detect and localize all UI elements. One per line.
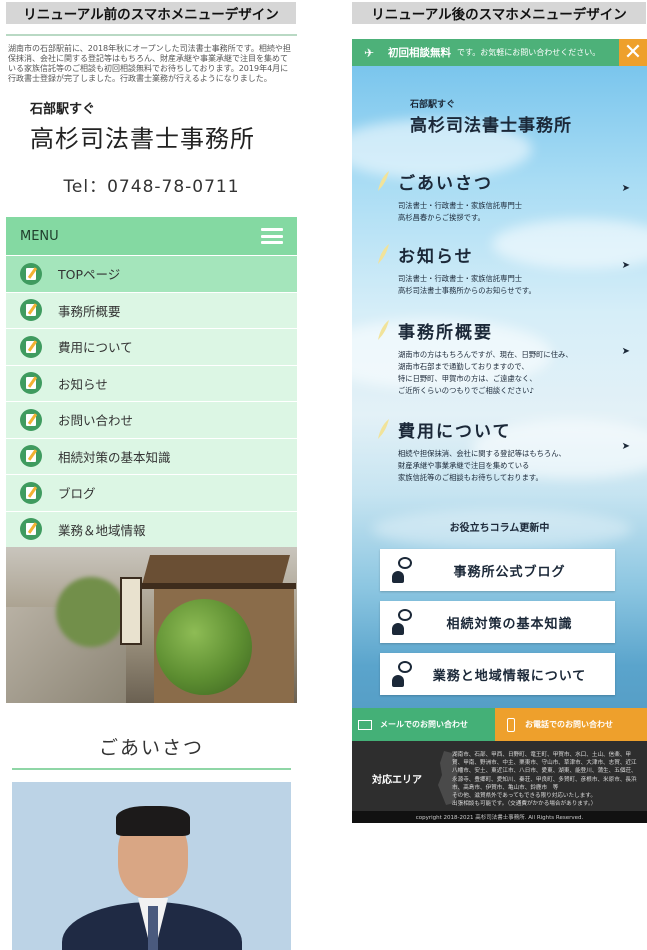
pin-icon: ✈ — [363, 45, 375, 60]
mail-icon — [358, 719, 372, 730]
copyright: copyright 2018-2021 高杉司法書士事務所. All Right… — [352, 811, 647, 823]
section-text: 湖南市の方はもちろんですが、現在、日野町に住み、 湖南市石部まで通勤しております… — [398, 350, 573, 395]
after-mobile-screen: ✈ 初回相談無料 です。お気軽にお問い合わせください。 ✕ 石部駅すぐ 高杉司法… — [352, 39, 647, 823]
section-title: お知らせ — [398, 247, 474, 267]
greeting-heading: ごあいさつ — [98, 737, 204, 759]
blog-button[interactable]: 事務所公式ブログ — [380, 549, 615, 591]
memo-icon — [20, 262, 42, 285]
mail-contact-label: メールでのお問い合わせ — [380, 720, 468, 729]
mail-contact-button[interactable]: メールでのお問い合わせ — [352, 708, 495, 741]
menu-section-news[interactable]: お知らせ 司法書士・行政書士・家族信託専門士 高杉司法書士事務所からのお知らせで… — [376, 242, 636, 297]
greeting-divider — [12, 768, 291, 770]
section-text: 司法書士・行政書士・家族信託専門士 高杉昌春からご挨拶です。 — [398, 201, 523, 222]
nav-item-label: ブログ — [58, 486, 96, 502]
nav-item-office[interactable]: 事務所概要 — [6, 291, 297, 328]
nav-item-label: TOPページ — [58, 267, 121, 283]
contact-bar: メールでのお問い合わせ お電話でのお問い合わせ — [352, 708, 647, 741]
nav-item-fees[interactable]: 費用について — [6, 328, 297, 365]
leaf-icon — [378, 419, 389, 439]
button-label: 事務所公式ブログ — [453, 564, 566, 580]
nav-item-inheritance[interactable]: 相続対策の基本知識 — [6, 437, 297, 474]
phone-number[interactable]: Tel：0748-78-0711 — [6, 172, 297, 197]
after-design-label: リニューアル後のスマホメニューデザイン — [352, 2, 646, 24]
arrow-right-icon: ➤ — [621, 260, 630, 271]
nav-item-label: お知らせ — [58, 376, 108, 392]
phone-icon — [507, 717, 515, 732]
button-label: 相続対策の基本知識 — [446, 616, 573, 632]
memo-icon — [20, 481, 42, 504]
speech-person-icon — [392, 557, 414, 583]
button-label: 業務と地域情報について — [432, 668, 587, 684]
nav-item-blog[interactable]: ブログ — [6, 474, 297, 511]
memo-icon — [20, 518, 42, 541]
nav-item-business[interactable]: 業務＆地域情報 — [6, 510, 297, 547]
nav-item-label: 業務＆地域情報 — [58, 522, 146, 538]
menu-bar[interactable]: MENU — [6, 217, 297, 255]
arrow-right-icon: ➤ — [621, 183, 630, 194]
arrow-right-icon: ➤ — [621, 346, 630, 357]
consult-subtext: です。お気軽にお問い合わせください。 — [457, 48, 601, 57]
leaf-icon — [378, 171, 389, 191]
hamburger-icon[interactable] — [261, 228, 283, 244]
site-subtitle: 石部駅すぐ — [30, 102, 96, 117]
menu-section-office[interactable]: 事務所概要 湖南市の方はもちろんですが、現在、日野町に住み、 湖南市石部まで通勤… — [376, 318, 636, 397]
section-text: 相続や担保抹消、会社に関する登記等はもちろん、 財産承継や事業承継で注目を集めて… — [398, 449, 566, 482]
column-heading: お役立ちコラム更新中 — [449, 523, 550, 534]
site-subtitle: 石部駅すぐ — [410, 100, 456, 110]
area-text: 湖南市、石部、甲西、日野町、竜王町、甲賀市、水口、土山、信楽、甲賀、甲南、野洲市… — [452, 752, 637, 808]
memo-icon — [20, 372, 42, 395]
nav-item-label: お問い合わせ — [58, 413, 134, 429]
memo-icon — [20, 408, 42, 431]
section-text: 司法書士・行政書士・家族信託専門士 高杉司法書士事務所からのお知らせです。 — [398, 274, 536, 295]
nav-item-top[interactable]: TOPページ — [6, 255, 297, 292]
site-title[interactable]: 高杉司法書士事務所 — [410, 111, 572, 136]
menu-label: MENU — [20, 228, 59, 244]
inheritance-button[interactable]: 相続対策の基本知識 — [380, 601, 615, 643]
close-button[interactable]: ✕ — [619, 39, 647, 66]
section-title: ごあいさつ — [398, 174, 493, 194]
menu-section-fees[interactable]: 費用について 相続や担保抹消、会社に関する登記等はもちろん、 財産承継や事業承継… — [376, 417, 636, 484]
nav-item-contact[interactable]: お問い合わせ — [6, 401, 297, 438]
nav-item-news[interactable]: お知らせ — [6, 364, 297, 401]
portrait-photo — [12, 782, 291, 950]
business-info-button[interactable]: 業務と地域情報について — [380, 653, 615, 695]
service-area: 対応エリア 湖南市、石部、甲西、日野町、竜王町、甲賀市、水口、土山、信楽、甲賀、… — [352, 741, 647, 811]
menu-section-greeting[interactable]: ごあいさつ 司法書士・行政書士・家族信託専門士 高杉昌春からご挨拶です。 ➤ — [376, 169, 636, 224]
street-photo — [6, 547, 297, 703]
memo-icon — [20, 335, 42, 358]
nav-item-label: 相続対策の基本知識 — [58, 449, 171, 465]
nav-item-label: 事務所概要 — [58, 303, 121, 319]
before-design-label: リニューアル前のスマホメニューデザイン — [6, 2, 296, 24]
nav-item-label: 費用について — [58, 340, 133, 356]
consult-label: 初回相談無料 — [388, 47, 451, 59]
arrow-right-icon: ➤ — [621, 441, 630, 452]
phone-contact-button[interactable]: お電話でのお問い合わせ — [495, 708, 647, 741]
memo-icon — [20, 299, 42, 322]
leaf-icon — [378, 244, 389, 264]
site-title[interactable]: 高杉司法書士事務所 — [30, 119, 297, 154]
phone-contact-label: お電話でのお問い合わせ — [525, 720, 613, 729]
speech-person-icon — [392, 661, 414, 687]
section-title: 事務所概要 — [398, 323, 493, 343]
intro-text: 湖南市の石部駅前に、2018年秋にオープンした司法書士事務所です。相続や担保抹消… — [6, 34, 297, 84]
speech-person-icon — [392, 609, 414, 635]
area-label: 対応エリア — [372, 775, 422, 786]
memo-icon — [20, 445, 42, 468]
consult-banner[interactable]: ✈ 初回相談無料 です。お気軽にお問い合わせください。 ✕ — [352, 39, 647, 66]
leaf-icon — [378, 320, 389, 340]
before-mobile-screen: 湖南市の石部駅前に、2018年秋にオープンした司法書士事務所です。相続や担保抹消… — [6, 34, 297, 950]
section-title: 費用について — [398, 422, 512, 442]
